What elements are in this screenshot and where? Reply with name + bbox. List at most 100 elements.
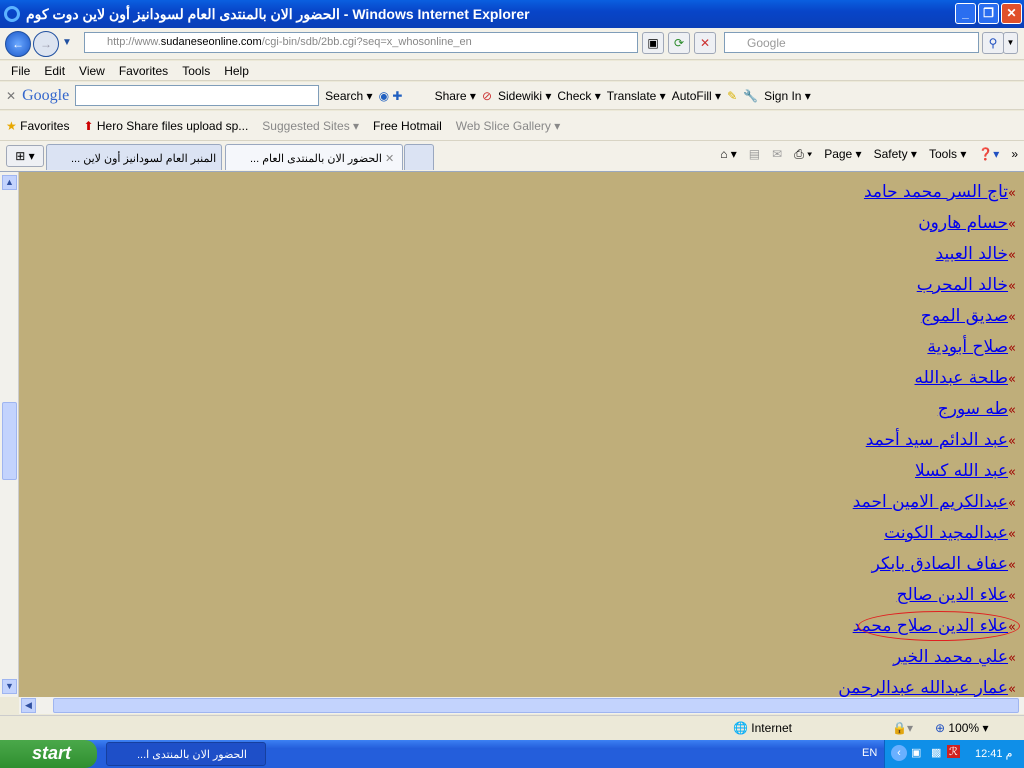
member-item: »عبدالكريم الامين احمد — [838, 492, 1016, 523]
autofill-button[interactable]: AutoFill ▾ — [672, 89, 721, 103]
bullet-icon: » — [1008, 651, 1016, 666]
member-link[interactable]: عفاف الصادق بابكر — [872, 554, 1008, 574]
new-tab-button[interactable] — [404, 144, 434, 170]
member-item: »تاج السر محمد حامد — [838, 182, 1016, 213]
close-button[interactable]: ✕ — [1001, 3, 1022, 24]
network-icon[interactable]: ▣ — [911, 746, 921, 759]
menu-view[interactable]: View — [72, 64, 112, 78]
history-dropdown-icon[interactable]: ▼ — [62, 37, 72, 48]
member-item: »خالد المحرب — [838, 275, 1016, 306]
home-icon[interactable]: ⌂ ▾ — [720, 147, 737, 162]
start-button[interactable]: start — [0, 740, 97, 768]
member-link[interactable]: علاء الدين صالح — [897, 585, 1008, 605]
help-icon[interactable]: ❓▾ — [978, 147, 999, 162]
bullet-icon: » — [1008, 527, 1016, 542]
zoom-icon: ⊕ — [935, 721, 946, 735]
fav-hero-share[interactable]: ⬆ Hero Share files upload sp... — [83, 119, 248, 133]
menu-edit[interactable]: Edit — [37, 64, 72, 78]
vertical-scrollbar[interactable]: ▲ ▼ — [0, 172, 19, 697]
safety-menu[interactable]: Safety ▾ — [874, 147, 917, 162]
sidewiki-button[interactable]: Sidewiki ▾ — [498, 89, 551, 103]
check-button[interactable]: Check ▾ — [557, 89, 600, 103]
vertical-scroll-thumb[interactable] — [2, 402, 17, 480]
google-search-input[interactable] — [75, 85, 320, 106]
page-menu[interactable]: Page ▾ — [824, 147, 861, 162]
search-options-icon[interactable]: ▼ — [1003, 32, 1018, 54]
taskbar-ie-window[interactable]: ...الحضور الان بالمنتدى ا — [106, 742, 266, 766]
close-tab-icon[interactable]: ✕ — [385, 153, 394, 165]
member-link[interactable]: حسام هارون — [918, 213, 1008, 233]
bullet-icon: » — [1008, 496, 1016, 511]
horizontal-scroll-thumb[interactable] — [53, 698, 1019, 713]
search-input[interactable]: Google — [724, 32, 979, 53]
member-link[interactable]: خالد العبيد — [936, 244, 1008, 264]
highlight-icon[interactable]: ✎ — [727, 89, 737, 103]
wrench-icon[interactable]: 🔧 — [743, 89, 758, 103]
member-link[interactable]: عبدالكريم الامين احمد — [853, 492, 1008, 512]
refresh-button[interactable]: ⟳ — [668, 32, 690, 54]
scroll-left-icon[interactable]: ◀ — [21, 698, 36, 713]
tray-expand-icon[interactable]: ‹ — [891, 745, 907, 761]
app-tray-icon[interactable]: ▩ — [931, 746, 941, 759]
scroll-down-icon[interactable]: ▼ — [2, 679, 17, 694]
member-link[interactable]: عبدالمجيد الكونت — [884, 523, 1008, 543]
print-icon[interactable]: ⎙ ▾ — [794, 147, 812, 162]
member-link[interactable]: طلحة عبدالله — [915, 368, 1009, 388]
menu-favorites[interactable]: Favorites — [112, 64, 175, 78]
fav-suggested-sites[interactable]: Suggested Sites ▾ — [262, 119, 359, 133]
internet-zone: 🌐 Internet — [733, 721, 792, 735]
member-link[interactable]: علي محمد الخير — [893, 647, 1008, 667]
antivirus-icon[interactable]: ℛ — [947, 745, 960, 758]
address-bar[interactable]: http://www.sudaneseonline.com/cgi-bin/sd… — [84, 32, 638, 53]
quick-tabs-icon[interactable]: ⊞ ▾ — [6, 145, 44, 167]
translate-button[interactable]: Translate ▾ — [607, 89, 666, 103]
member-link[interactable]: صديق الموج — [921, 306, 1008, 326]
popup-blocker-icon[interactable]: ⊘ — [482, 89, 492, 103]
ie-icon — [4, 6, 20, 22]
fav-web-slice-gallery[interactable]: Web Slice Gallery ▾ — [456, 119, 561, 133]
member-link[interactable]: خالد المحرب — [917, 275, 1008, 295]
minimize-button[interactable]: _ — [955, 3, 976, 24]
member-link[interactable]: عمار عبدالله عبدالرحمن — [838, 678, 1008, 697]
tab-row: ⊞ ▾ ... المنبر العام لسودانيز أون لاين .… — [0, 141, 1024, 172]
menu-help[interactable]: Help — [217, 64, 256, 78]
stop-button[interactable]: ✕ — [694, 32, 716, 54]
member-item: »عفاف الصادق بابكر — [838, 554, 1016, 585]
bullet-icon: » — [1008, 403, 1016, 418]
earth-icon[interactable]: ◉ ✚ — [379, 89, 429, 103]
horizontal-scrollbar[interactable]: ◀ — [19, 697, 1024, 714]
language-indicator[interactable]: EN — [862, 747, 877, 759]
search-icon[interactable]: ⚲ — [982, 32, 1004, 54]
taskbar: start ...الحضور الان بالمنتدى ا EN ‹ ▣ ▩… — [0, 740, 1024, 768]
scroll-up-icon[interactable]: ▲ — [2, 175, 17, 190]
google-search-button[interactable]: Search ▾ — [325, 89, 372, 103]
member-link[interactable]: طه سورج — [938, 399, 1008, 419]
google-toolbar: ✕ Google Search ▾ ◉ ✚ Share ▾ ⊘ Sidewiki… — [0, 82, 1024, 110]
forward-button[interactable]: → — [33, 31, 59, 57]
menu-tools[interactable]: Tools — [175, 64, 217, 78]
tools-menu[interactable]: Tools ▾ — [929, 147, 966, 162]
favorites-button[interactable]: ★ Favorites — [6, 119, 69, 133]
clock[interactable]: 12:41 م — [975, 748, 1012, 760]
menu-file[interactable]: File — [4, 64, 37, 78]
member-link[interactable]: عبد الله كسلا — [915, 461, 1008, 481]
member-link[interactable]: صلاح أبودية — [927, 337, 1008, 357]
member-item: »حسام هارون — [838, 213, 1016, 244]
protected-mode-icon[interactable]: 🔒▾ — [892, 721, 913, 735]
close-toolbar-icon[interactable]: ✕ — [6, 89, 16, 103]
feeds-icon[interactable]: ▤ — [749, 147, 760, 162]
member-item: »عبد الدائم سيد أحمد — [838, 430, 1016, 461]
compat-view-button[interactable]: ▣ — [642, 32, 664, 54]
tab-forum[interactable]: ... المنبر العام لسودانيز أون لاين — [46, 144, 222, 170]
sign-in-button[interactable]: Sign In ▾ — [764, 89, 811, 103]
maximize-button[interactable]: ❐ — [978, 3, 999, 24]
fav-free-hotmail[interactable]: Free Hotmail — [373, 119, 442, 133]
more-icon[interactable]: » — [1011, 147, 1018, 162]
member-link[interactable]: عبد الدائم سيد أحمد — [866, 430, 1008, 450]
tab-whos-online[interactable]: ... الحضور الان بالمنتدى العام ✕ — [225, 144, 403, 170]
back-button[interactable]: ← — [5, 31, 31, 57]
member-link[interactable]: تاج السر محمد حامد — [864, 182, 1008, 202]
share-button[interactable]: Share ▾ — [435, 89, 476, 103]
zoom-control[interactable]: ⊕ 100% ▾ — [935, 721, 988, 735]
mail-icon[interactable]: ✉ — [772, 147, 782, 162]
